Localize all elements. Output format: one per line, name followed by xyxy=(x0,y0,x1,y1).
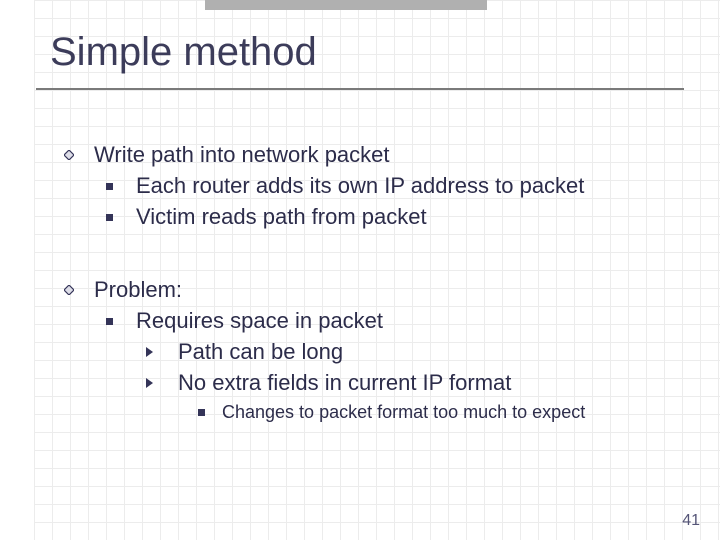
bullet-lvl3: Path can be long xyxy=(50,337,690,367)
text: Write path into network packet xyxy=(94,142,390,167)
text: Victim reads path from packet xyxy=(136,204,427,229)
text: Requires space in packet xyxy=(136,308,383,333)
bullet-lvl2: Each router adds its own IP address to p… xyxy=(50,171,690,201)
diamond-icon xyxy=(64,285,74,295)
text: Path can be long xyxy=(178,339,343,364)
page-number: 41 xyxy=(682,512,700,530)
text: No extra fields in current IP format xyxy=(178,370,511,395)
square-icon xyxy=(106,214,113,221)
spacer xyxy=(50,233,690,275)
bullet-lvl4: Changes to packet format too much to exp… xyxy=(50,399,690,425)
square-icon xyxy=(198,409,205,416)
triangle-icon xyxy=(146,378,153,388)
top-accent-bar xyxy=(205,0,487,10)
slide-body: Write path into network packet Each rout… xyxy=(50,140,690,426)
text: Changes to packet format too much to exp… xyxy=(222,402,585,422)
text: Each router adds its own IP address to p… xyxy=(136,173,584,198)
diamond-icon xyxy=(64,150,74,160)
title-underline xyxy=(36,88,684,90)
grid-mask xyxy=(0,0,34,540)
square-icon xyxy=(106,318,113,325)
bullet-lvl2: Victim reads path from packet xyxy=(50,202,690,232)
slide-title: Simple method xyxy=(50,30,317,75)
bullet-lvl3: No extra fields in current IP format xyxy=(50,368,690,398)
bullet-lvl2: Requires space in packet xyxy=(50,306,690,336)
square-icon xyxy=(106,183,113,190)
bullet-lvl1: Write path into network packet xyxy=(50,140,690,170)
text: Problem: xyxy=(94,277,182,302)
triangle-icon xyxy=(146,347,153,357)
bullet-lvl1: Problem: xyxy=(50,275,690,305)
